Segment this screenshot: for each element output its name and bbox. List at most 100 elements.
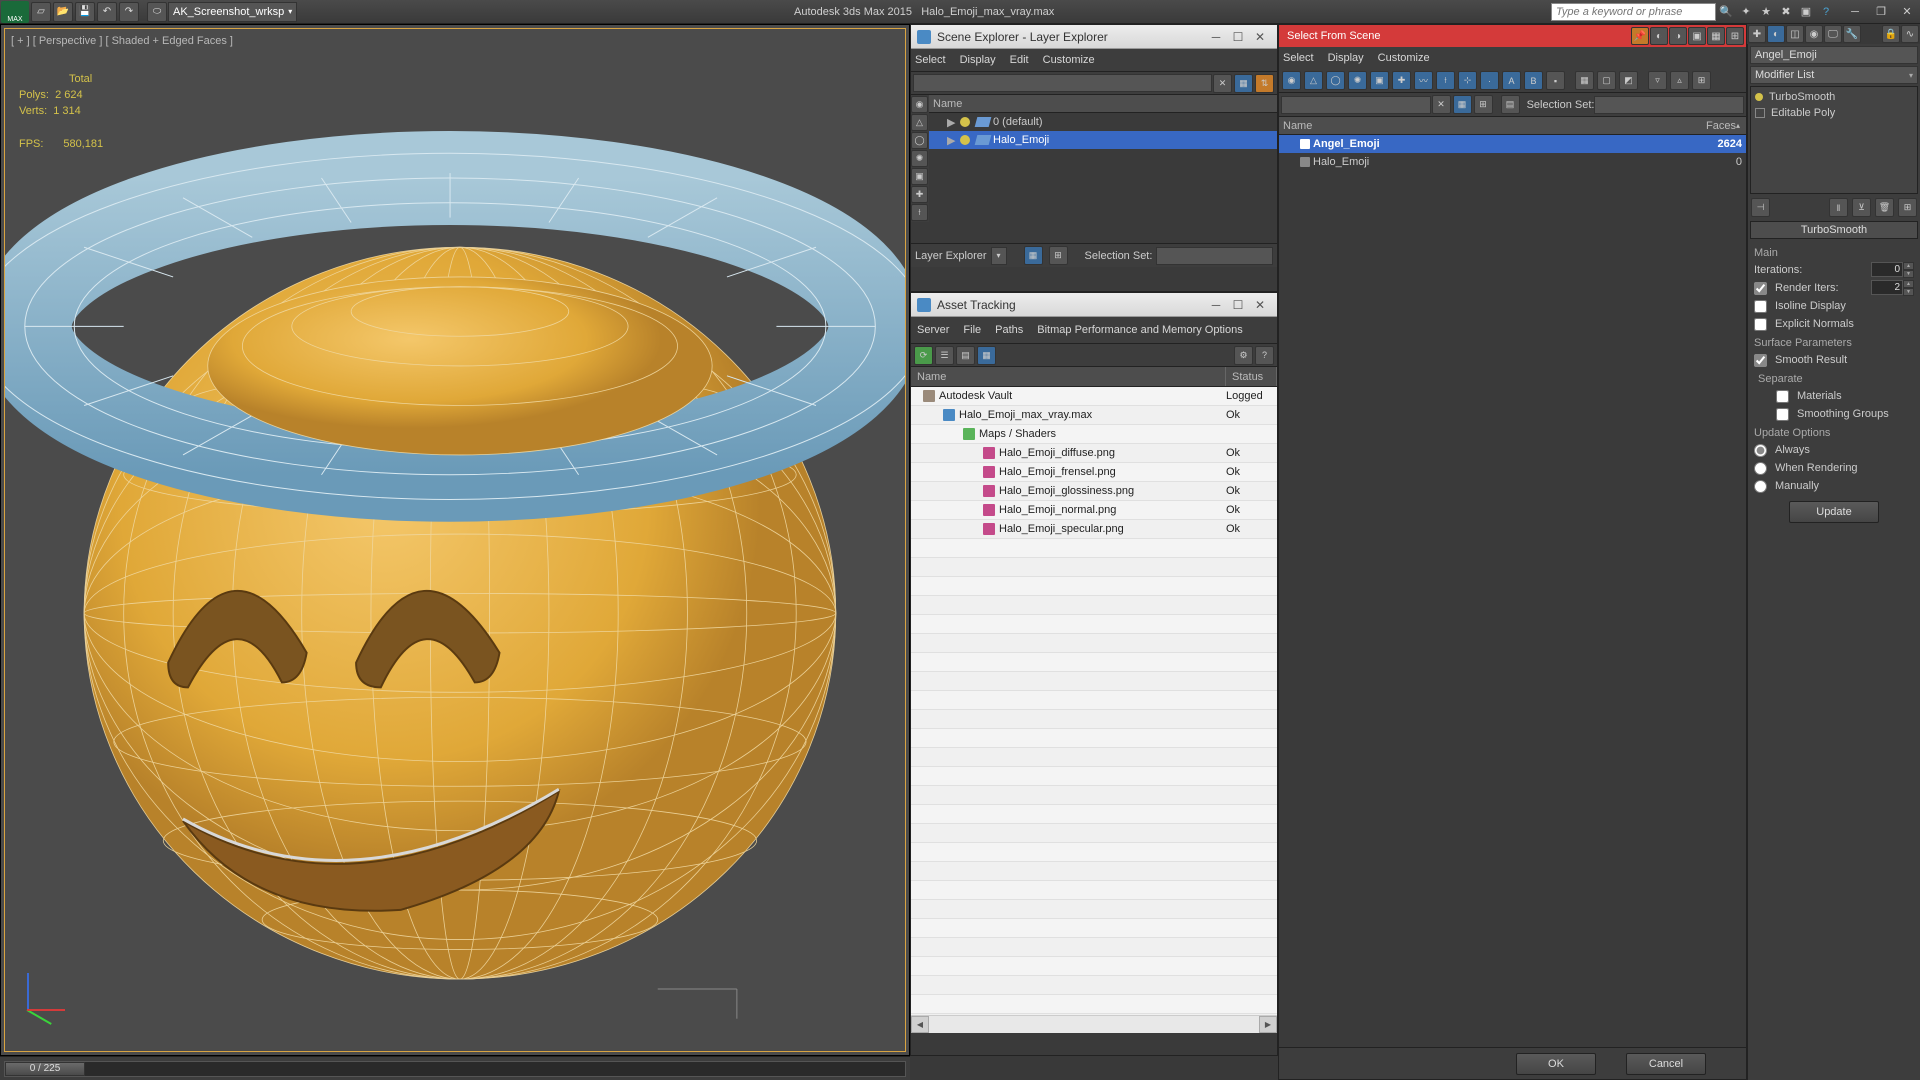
asset-row[interactable]: Halo_Emoji_frensel.pngOk xyxy=(911,463,1277,482)
menu-edit[interactable]: Edit xyxy=(1010,54,1029,66)
scroll-left-icon[interactable]: ◀ xyxy=(911,1016,929,1033)
display-tab-icon[interactable]: 🖵 xyxy=(1824,25,1842,43)
scroll-right-icon[interactable]: ▶ xyxy=(1259,1016,1277,1033)
display-geom-icon[interactable]: △ xyxy=(911,114,928,131)
menu-paths[interactable]: Paths xyxy=(995,321,1023,339)
viewport[interactable]: [ + ] [ Perspective ] [ Shaded + Edged F… xyxy=(0,24,910,1056)
scene-list-header[interactable]: Name xyxy=(929,95,1277,113)
display-cameras-icon[interactable]: ▣ xyxy=(911,168,928,185)
filter-all-icon[interactable]: ◉ xyxy=(1282,71,1301,90)
always-radio[interactable] xyxy=(1754,444,1767,457)
open-file-icon[interactable]: 📂 xyxy=(53,2,73,22)
sfs-list-header[interactable]: Name Faces ▴ xyxy=(1279,117,1746,135)
isoline-checkbox[interactable] xyxy=(1754,300,1767,313)
lock-icon[interactable]: 🔒 xyxy=(1882,25,1900,43)
layer-row[interactable]: ▶Halo_Emoji xyxy=(929,131,1277,149)
menu-customize[interactable]: Customize xyxy=(1378,52,1430,64)
modifier-stack[interactable]: TurboSmooth Editable Poly xyxy=(1750,86,1918,194)
toggle-icon[interactable]: ✦ xyxy=(1737,3,1755,21)
utilities-tab-icon[interactable]: 🔧 xyxy=(1843,25,1861,43)
manually-radio[interactable] xyxy=(1754,480,1767,493)
time-slider-thumb[interactable]: 0 / 225 xyxy=(5,1062,85,1076)
view-layers-icon[interactable]: ▦ xyxy=(1234,74,1253,93)
asset-row[interactable]: Halo_Emoji_max_vray.maxOk xyxy=(911,406,1277,425)
menu-server[interactable]: Server xyxy=(917,321,949,339)
filter-input[interactable] xyxy=(913,74,1212,92)
pin-stack-icon[interactable]: ⊣ xyxy=(1751,198,1770,217)
close-icon[interactable]: ✕ xyxy=(1249,296,1271,314)
modifier-editable-poly[interactable]: Editable Poly xyxy=(1753,105,1915,121)
render-iters-input[interactable] xyxy=(1871,280,1903,295)
clear-filter-icon[interactable]: ✕ xyxy=(1432,95,1451,114)
filter-bone-icon[interactable]: ⟊ xyxy=(1436,71,1455,90)
make-unique-icon[interactable]: ⊻ xyxy=(1852,198,1871,217)
curve-editor-icon[interactable]: ∿ xyxy=(1901,25,1919,43)
filter-point-icon[interactable]: · xyxy=(1480,71,1499,90)
asset-columns[interactable]: Name Status xyxy=(911,367,1277,387)
maximize-icon[interactable]: ☐ xyxy=(1227,28,1249,46)
undo-icon[interactable]: ↶ xyxy=(97,2,117,22)
materials-checkbox[interactable] xyxy=(1776,390,1789,403)
box-icon[interactable] xyxy=(1755,108,1765,118)
maximize-icon[interactable]: ☐ xyxy=(1227,296,1249,314)
render-iters-spinner[interactable]: ▲▼ xyxy=(1871,280,1914,296)
spin-down-icon[interactable]: ▼ xyxy=(1903,270,1914,278)
save-file-icon[interactable]: 💾 xyxy=(75,2,95,22)
menu-select[interactable]: Select xyxy=(915,54,946,66)
layer-row[interactable]: ▶0 (default) xyxy=(929,113,1277,131)
sel-invert-icon[interactable]: ◩ xyxy=(1619,71,1638,90)
tree-icon[interactable]: ⊞ xyxy=(1692,71,1711,90)
layer-toggle-icon[interactable]: ▦ xyxy=(1024,246,1043,265)
filter-a-icon[interactable]: A xyxy=(1502,71,1521,90)
configure-icon[interactable]: ⊞ xyxy=(1898,198,1917,217)
create-tab-icon[interactable]: ✚ xyxy=(1748,25,1766,43)
modifier-turbosmooth[interactable]: TurboSmooth xyxy=(1753,89,1915,105)
tool4-icon[interactable]: ▦ xyxy=(1707,27,1725,45)
redo-icon[interactable]: ↷ xyxy=(119,2,139,22)
selection-set-input[interactable] xyxy=(1156,247,1273,265)
asset-row[interactable]: Halo_Emoji_specular.pngOk xyxy=(911,520,1277,539)
new-file-icon[interactable]: ▱ xyxy=(31,2,51,22)
menu-select[interactable]: Select xyxy=(1283,52,1314,64)
asset-row[interactable]: Halo_Emoji_diffuse.pngOk xyxy=(911,444,1277,463)
table-view-icon[interactable]: ▤ xyxy=(956,346,975,365)
filter-cam-icon[interactable]: ▣ xyxy=(1370,71,1389,90)
pin-icon[interactable]: 📌 xyxy=(1631,27,1649,45)
sel-all-icon[interactable]: ▦ xyxy=(1575,71,1594,90)
close-button[interactable]: ✕ xyxy=(1894,2,1920,22)
asset-row[interactable]: Halo_Emoji_glossiness.pngOk xyxy=(911,482,1277,501)
footer-dropdown-icon[interactable]: ▾ xyxy=(991,247,1007,265)
spin-up-icon[interactable]: ▲ xyxy=(1903,280,1914,288)
explicit-checkbox[interactable] xyxy=(1754,318,1767,331)
spin-up-icon[interactable]: ▲ xyxy=(1903,262,1914,270)
horizontal-scrollbar[interactable]: ◀ ▶ xyxy=(911,1015,1277,1033)
filter-c-icon[interactable]: ▪ xyxy=(1546,71,1565,90)
view-icon[interactable]: ▦ xyxy=(1453,95,1472,114)
settings-icon[interactable]: ⚙ xyxy=(1234,346,1253,365)
bulb-icon[interactable] xyxy=(1755,93,1763,101)
highlight-icon[interactable]: ▦ xyxy=(977,346,996,365)
menu-file[interactable]: File xyxy=(963,321,981,339)
asset-row[interactable]: Halo_Emoji_normal.pngOk xyxy=(911,501,1277,520)
hierarchy-icon[interactable]: ⊞ xyxy=(1049,246,1068,265)
exchange-icon[interactable]: ✖ xyxy=(1777,3,1795,21)
display-lights-icon[interactable]: ✺ xyxy=(911,150,928,167)
modify-tab-icon[interactable]: ◐ xyxy=(1767,25,1785,43)
tool1-icon[interactable]: ◐ xyxy=(1650,27,1668,45)
help-search-input[interactable] xyxy=(1551,3,1716,21)
menu-bitmap[interactable]: Bitmap Performance and Memory Options xyxy=(1037,321,1242,339)
tree-view-icon[interactable]: ☰ xyxy=(935,346,954,365)
remove-mod-icon[interactable]: 🗑 xyxy=(1875,198,1894,217)
iterations-spinner[interactable]: ▲▼ xyxy=(1871,262,1914,278)
smooth-result-checkbox[interactable] xyxy=(1754,354,1767,367)
collapse-icon[interactable]: ▿ xyxy=(1648,71,1667,90)
minimize-icon[interactable]: ─ xyxy=(1205,296,1227,314)
menu-display[interactable]: Display xyxy=(1328,52,1364,64)
minimize-button[interactable]: ─ xyxy=(1842,2,1868,22)
help-icon[interactable]: ? xyxy=(1255,346,1274,365)
filter-space-icon[interactable]: 〰 xyxy=(1414,71,1433,90)
object-row[interactable]: Angel_Emoji2624 xyxy=(1279,135,1746,153)
filter-ik-icon[interactable]: ⊹ xyxy=(1458,71,1477,90)
when-rendering-radio[interactable] xyxy=(1754,462,1767,475)
modifier-list-dropdown[interactable]: Modifier List▾ xyxy=(1750,66,1918,84)
